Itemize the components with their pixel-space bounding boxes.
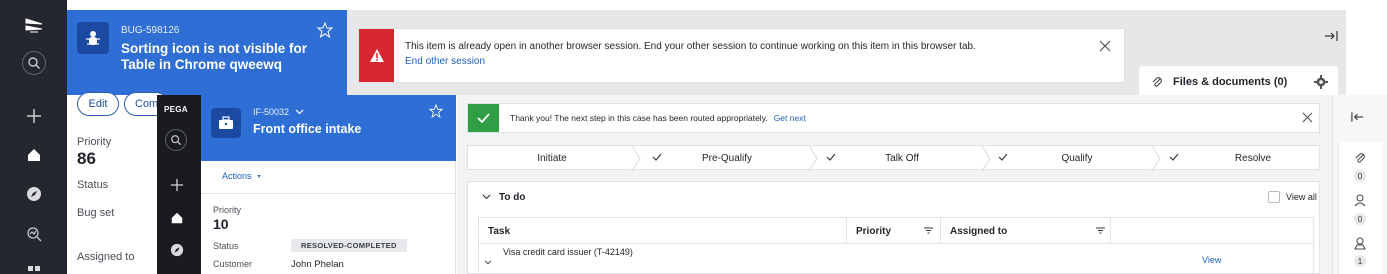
check-icon bbox=[468, 104, 499, 132]
view-link[interactable]: View bbox=[1202, 255, 1221, 265]
status-label: Status bbox=[77, 179, 109, 191]
status-badge: RESOLVED-COMPLETED bbox=[291, 239, 407, 252]
caret-down-icon: ▾ bbox=[257, 173, 261, 180]
stage-talk-off: Talk Off bbox=[885, 153, 919, 164]
related-people-icon[interactable] bbox=[1354, 237, 1366, 250]
front-utility-bar: 0 0 1 bbox=[1332, 95, 1387, 274]
front-nav-rail: PEGA bbox=[157, 95, 201, 274]
pega-logo: PEGA bbox=[164, 105, 188, 114]
back-case-header: BUG-598126 Sorting icon is not visible f… bbox=[67, 10, 347, 95]
front-main-area: Thank you! The next step in this case ha… bbox=[457, 95, 1332, 274]
settings-gear-icon[interactable] bbox=[1314, 75, 1328, 89]
stage-separator bbox=[981, 146, 991, 171]
files-title: Files & documents (0) bbox=[1173, 76, 1288, 88]
warning-icon bbox=[359, 29, 394, 82]
chevron-down-icon[interactable] bbox=[295, 109, 304, 115]
stage-progress: Initiate Pre-Qualify Talk Off Qualify Re… bbox=[467, 145, 1320, 171]
priority-label: Priority bbox=[77, 136, 112, 148]
followers-count: 0 bbox=[1354, 213, 1366, 225]
back-top-area: This item is already open in another bro… bbox=[347, 10, 1346, 95]
priority-label: Priority bbox=[213, 205, 242, 215]
customer-value: John Phelan bbox=[291, 259, 344, 270]
followers-icon[interactable] bbox=[1354, 194, 1366, 207]
view-all-label: View all bbox=[1286, 192, 1317, 202]
priority-value: 86 bbox=[77, 149, 96, 168]
priority-value: 10 bbox=[213, 216, 229, 232]
actions-menu[interactable]: Actions ▾ bbox=[222, 171, 261, 181]
back-nav-rail bbox=[0, 0, 67, 274]
paperclip-icon[interactable] bbox=[1354, 152, 1366, 164]
stage-separator bbox=[808, 146, 818, 171]
close-icon[interactable] bbox=[1099, 40, 1111, 52]
plus-icon[interactable] bbox=[169, 177, 185, 193]
search-icon[interactable] bbox=[22, 51, 46, 75]
case-title: Sorting icon is not visible for Table in… bbox=[121, 41, 308, 72]
paperclip-icon bbox=[1151, 76, 1163, 88]
expand-row-icon[interactable] bbox=[484, 260, 492, 265]
search-icon[interactable] bbox=[165, 129, 187, 151]
view-all-checkbox[interactable] bbox=[1268, 191, 1280, 203]
bug-icon bbox=[77, 22, 109, 54]
table-row: Visa credit card issuer (T-42149) View bbox=[479, 245, 1313, 274]
edit-button[interactable]: Edit bbox=[77, 92, 119, 116]
back-details-panel: Edit Com Priority 86 Status Bug set Assi… bbox=[67, 92, 168, 274]
stage-qualify: Qualify bbox=[1061, 153, 1093, 164]
stage-pre-qualify: Pre-Qualify bbox=[701, 153, 752, 164]
assigned-label: Assigned to bbox=[77, 251, 135, 263]
attachments-count: 0 bbox=[1354, 170, 1366, 182]
home-icon[interactable] bbox=[24, 145, 44, 165]
compass-icon[interactable] bbox=[169, 242, 185, 258]
star-icon[interactable] bbox=[317, 22, 333, 38]
utility-list: 0 0 1 bbox=[1338, 142, 1382, 274]
expand-right-icon[interactable] bbox=[1324, 30, 1338, 42]
stage-resolve: Resolve bbox=[1234, 153, 1272, 164]
collapse-icon[interactable] bbox=[1351, 111, 1364, 123]
column-header-assigned[interactable]: Assigned to bbox=[941, 218, 1111, 244]
divider bbox=[201, 193, 455, 194]
briefcase-icon bbox=[211, 108, 241, 138]
compass-icon[interactable] bbox=[24, 184, 44, 204]
back-right-strip bbox=[1325, 10, 1387, 95]
filter-icon[interactable] bbox=[1096, 227, 1105, 234]
filter-icon[interactable] bbox=[924, 227, 933, 234]
front-case-header: IF-50032 Front office intake bbox=[201, 95, 456, 161]
grid-icon[interactable] bbox=[28, 262, 40, 274]
close-icon[interactable] bbox=[1302, 112, 1313, 123]
status-label: Status bbox=[213, 241, 239, 251]
search-analytics-icon[interactable] bbox=[24, 224, 44, 244]
case-id: IF-50032 bbox=[253, 107, 290, 117]
files-panel: Files & documents (0) bbox=[1139, 66, 1338, 95]
bug-set-label: Bug set bbox=[77, 207, 115, 219]
stage-separator bbox=[1151, 146, 1161, 171]
session-alert: This item is already open in another bro… bbox=[358, 28, 1125, 83]
todo-panel: To do View all Task Priority Assigned to… bbox=[467, 181, 1320, 274]
todo-title: To do bbox=[499, 192, 526, 203]
customer-label: Customer bbox=[213, 259, 253, 269]
success-banner: Thank you! The next step in this case ha… bbox=[467, 103, 1320, 133]
task-name: Visa credit card issuer (T-42149) bbox=[503, 247, 633, 257]
table-header-row: Task Priority Assigned to bbox=[479, 218, 1313, 244]
todo-table: Task Priority Assigned to Visa credit ca… bbox=[478, 217, 1314, 274]
chevron-down-icon[interactable] bbox=[482, 194, 491, 200]
alert-message: This item is already open in another bro… bbox=[405, 41, 976, 52]
case-id: BUG-598126 bbox=[121, 25, 180, 36]
plus-icon[interactable] bbox=[24, 106, 44, 126]
stage-separator bbox=[631, 146, 641, 171]
related-people-count: 1 bbox=[1354, 255, 1366, 267]
get-next-link[interactable]: Get next bbox=[774, 113, 806, 123]
column-header-task[interactable]: Task bbox=[479, 218, 847, 244]
actions-label: Actions bbox=[222, 171, 252, 181]
end-session-link[interactable]: End other session bbox=[405, 56, 485, 67]
front-details-panel: Actions ▾ Priority 10 Status RESOLVED-CO… bbox=[201, 161, 456, 274]
case-title: Front office intake bbox=[253, 122, 362, 136]
star-icon[interactable] bbox=[429, 104, 443, 118]
stage-initiate: Initiate bbox=[537, 153, 567, 164]
home-icon[interactable] bbox=[169, 210, 185, 226]
success-message: Thank you! The next step in this case ha… bbox=[510, 113, 768, 123]
app-logo-icon[interactable] bbox=[22, 14, 46, 38]
